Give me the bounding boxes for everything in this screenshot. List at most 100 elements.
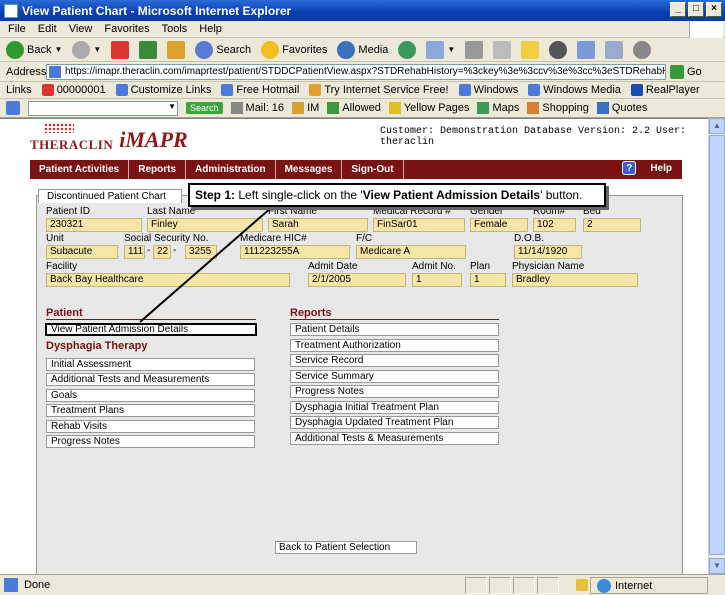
status-cell: [537, 577, 559, 594]
report-progress-notes-button[interactable]: Progress Notes: [290, 385, 499, 398]
menu-edit[interactable]: Edit: [38, 23, 57, 35]
realplayer-icon: [630, 84, 643, 96]
gender-field: Gender Female: [470, 206, 528, 232]
im-link[interactable]: IM: [292, 102, 319, 114]
chat-button[interactable]: [631, 39, 653, 61]
plan-value: 1: [470, 273, 506, 287]
toolbar: Back ▼ ▼ Search Favorites Media ▼: [0, 38, 725, 62]
menu-help[interactable]: Help: [199, 23, 222, 35]
status-text: Done: [24, 579, 51, 591]
menu-tools[interactable]: Tools: [162, 23, 188, 35]
progress-notes-button[interactable]: Progress Notes: [46, 435, 255, 448]
forward-button[interactable]: ▼: [70, 39, 103, 61]
security-zone: Internet: [590, 577, 708, 594]
minimize-button[interactable]: _: [670, 2, 686, 17]
maximize-button[interactable]: □: [688, 2, 704, 17]
search-toolbar: Search Mail: 16 IM Allowed Yellow Pages …: [0, 99, 725, 118]
address-input[interactable]: https://imapr.theraclin.com/imaprtest/pa…: [46, 63, 666, 80]
help-link[interactable]: ? Help: [622, 161, 672, 175]
media-icon: [337, 40, 356, 59]
link-realplayer[interactable]: RealPlayer: [630, 84, 700, 96]
yellow-pages-link[interactable]: Yellow Pages: [388, 102, 469, 114]
treatment-plans-button[interactable]: Treatment Plans: [46, 404, 255, 417]
quotes-icon: [596, 102, 609, 114]
patient-details-button[interactable]: Patient Details: [290, 323, 499, 336]
stop-button[interactable]: [109, 39, 131, 61]
close-button[interactable]: ×: [706, 2, 722, 17]
links-label: Links: [6, 84, 32, 96]
nav-administration[interactable]: Administration: [186, 160, 276, 179]
goals-button[interactable]: Goals: [46, 389, 255, 402]
back-button[interactable]: Back ▼: [4, 39, 64, 61]
favorites-button[interactable]: Favorites: [259, 39, 329, 61]
callout-text-b: ' button.: [540, 188, 583, 202]
shopping-link[interactable]: Shopping: [527, 102, 589, 114]
dysphagia-initial-plan-button[interactable]: Dysphagia Initial Treatment Plan: [290, 401, 499, 414]
search-button[interactable]: Search: [193, 39, 253, 61]
link-icon: [221, 84, 234, 96]
bed-value: 2: [583, 218, 641, 232]
link-hotmail[interactable]: Free Hotmail: [221, 84, 299, 96]
physician-field: Physician Name Bradley: [512, 261, 638, 287]
yellow-pages-icon: [388, 102, 401, 114]
popup-allowed[interactable]: Allowed: [327, 102, 381, 114]
fc-field: F/C Medicare A: [356, 233, 466, 259]
menu-file[interactable]: File: [8, 23, 26, 35]
ssn-part-3: 3255: [185, 245, 217, 259]
facility-value: Back Bay Healthcare: [46, 273, 290, 287]
plan-field: Plan 1: [470, 261, 506, 287]
mail-button[interactable]: ▼: [424, 39, 457, 61]
research-icon: [577, 40, 596, 59]
scroll-thumb[interactable]: [709, 135, 725, 555]
service-summary-button[interactable]: Service Summary: [290, 370, 499, 383]
back-to-patient-selection-button[interactable]: Back to Patient Selection: [275, 541, 417, 554]
link-00000001[interactable]: 00000001: [41, 84, 106, 96]
nav-sign-out[interactable]: Sign-Out: [342, 160, 404, 179]
maps-link[interactable]: Maps: [477, 102, 519, 114]
edit-button[interactable]: [491, 39, 513, 61]
theraclin-logo: THERACLIN iMAPR: [30, 123, 188, 153]
history-button[interactable]: [396, 39, 418, 61]
additional-tests-button[interactable]: Additional Tests and Measurements: [46, 373, 255, 386]
go-button[interactable]: Go: [670, 64, 702, 79]
physician-value: Bradley: [512, 273, 638, 287]
research-button[interactable]: [575, 39, 597, 61]
refresh-button[interactable]: [137, 39, 159, 61]
discuss-button[interactable]: [519, 39, 541, 61]
page-done-icon: [4, 578, 18, 592]
medicare-value: 111223255A: [240, 245, 350, 259]
address-bar: Address https://imapr.theraclin.com/imap…: [0, 62, 725, 82]
link-customize[interactable]: Customize Links: [115, 84, 211, 96]
toolbar-search-button[interactable]: Search: [186, 102, 223, 114]
initial-assessment-button[interactable]: Initial Assessment: [46, 358, 255, 371]
edit-icon: [493, 40, 512, 59]
scroll-down-icon[interactable]: ▼: [709, 558, 725, 574]
nav-messages[interactable]: Messages: [276, 160, 343, 179]
print-button[interactable]: [463, 39, 485, 61]
quotes-link[interactable]: Quotes: [596, 102, 647, 114]
scroll-up-icon[interactable]: ▲: [709, 118, 725, 134]
service-record-button[interactable]: Service Record: [290, 354, 499, 367]
dysphagia-updated-plan-button[interactable]: Dysphagia Updated Treatment Plan: [290, 416, 499, 429]
nav-reports[interactable]: Reports: [129, 160, 187, 179]
menu-view[interactable]: View: [69, 23, 93, 35]
rehab-visits-button[interactable]: Rehab Visits: [46, 420, 255, 433]
dob-value: 11/14/1920: [514, 245, 582, 259]
home-button[interactable]: [165, 39, 187, 61]
mail-link[interactable]: Mail: 16: [230, 102, 284, 114]
link-isp[interactable]: Try Internet Service Free!: [309, 84, 449, 96]
link-windows-media[interactable]: Windows Media: [528, 84, 621, 96]
block-button[interactable]: [547, 39, 569, 61]
additional-tests-report-button[interactable]: Additional Tests & Measurements: [290, 432, 499, 445]
view-patient-admission-details-button[interactable]: View Patient Admission Details: [45, 323, 257, 336]
toolbar-search-input[interactable]: [28, 100, 178, 116]
vertical-scrollbar[interactable]: ▲ ▼: [708, 118, 725, 574]
nav-patient-activities[interactable]: Patient Activities: [30, 160, 130, 179]
treatment-authorization-button[interactable]: Treatment Authorization: [290, 339, 499, 352]
media-button[interactable]: Media: [335, 39, 390, 61]
link-icon: [528, 84, 541, 96]
link-windows[interactable]: Windows: [458, 84, 518, 96]
tab-discontinued-patient-chart[interactable]: Discontinued Patient Chart: [38, 189, 182, 203]
menu-favorites[interactable]: Favorites: [104, 23, 149, 35]
messenger-button[interactable]: [603, 39, 625, 61]
